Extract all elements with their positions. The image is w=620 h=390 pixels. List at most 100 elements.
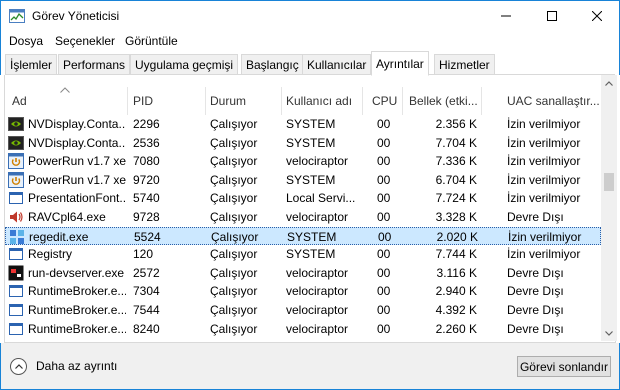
process-pid: 7080 [133,154,160,169]
tab-startup[interactable]: Başlangıç [241,54,304,75]
table-row[interactable]: PresentationFont... 5740 Çalışıyor Local Se… [5,189,601,207]
table-row[interactable]: PowerRun v1.7 xe 9720 Çalışıyor SYSTEM 00 6.7… [5,171,601,189]
menu-view[interactable]: Görüntüle [125,34,178,48]
process-username: SYSTEM [286,172,336,187]
column-header-uac[interactable]: UAC sanallaştır... [507,94,600,108]
end-task-button[interactable]: Görevi sonlandır [517,356,611,377]
process-memory: 7.704 K [435,135,477,150]
process-status: Çalışıyor [210,321,258,336]
process-username: SYSTEM [286,117,336,131]
process-status: Çalışıyor [210,284,258,299]
process-uac: İzin verilmiyor [507,191,581,206]
process-name: RuntimeBroker.e... [28,284,126,299]
menu-file[interactable]: Dosya [9,34,43,48]
close-icon [592,11,602,21]
process-name: NVDisplay.Conta... [28,117,126,131]
app-window-icon [8,283,24,299]
tab-performance[interactable]: Performans [58,54,131,75]
process-name: PresentationFont... [28,191,126,206]
minimize-button[interactable] [483,1,529,31]
process-cpu: 00 [377,284,391,299]
process-cpu: 00 [377,172,391,187]
tab-users[interactable]: Kullanıcılar [302,54,372,75]
process-name: run-devserver.exe [28,265,125,280]
column-header-pid[interactable]: PID [133,94,153,108]
process-username: velociraptor [286,265,349,280]
process-username: SYSTEM [286,135,336,150]
tab-app-history[interactable]: Uygulama geçmişi [130,54,239,75]
column-header-username[interactable]: Kullanıcı adı [286,94,352,108]
process-pid: 2296 [133,117,160,131]
column-divider[interactable] [402,87,403,115]
tab-details[interactable]: Ayrıntılar [371,51,429,76]
table-row[interactable]: NVDisplay.Conta... 2536 Çalışıyor SYSTEM 00 7… [5,134,601,152]
process-cpu: 00 [378,229,392,244]
process-uac: İzin verilmiyor [507,154,581,169]
window-title: Görev Yöneticisi [32,9,120,23]
column-header-status[interactable]: Durum [210,94,246,108]
tab-processes[interactable]: İşlemler [5,54,58,75]
column-divider[interactable] [127,87,128,115]
process-cpu: 00 [377,135,391,150]
process-memory: 6.704 K [435,172,477,187]
process-status: Çalışıyor [210,210,258,224]
process-pid: 9720 [133,172,160,187]
process-uac: Devre Dışı [507,284,564,299]
table-row[interactable]: RuntimeBroker.e... 8240 Çalışıyor velocirap… [5,320,601,338]
nvidia-icon [8,116,24,132]
process-uac: Devre Dışı [507,265,564,280]
table-row[interactable]: RuntimeBroker.e... 7544 Çalışıyor velocirap… [5,301,601,319]
process-username: velociraptor [286,303,349,317]
process-memory: 2.260 K [435,321,477,336]
process-memory: 2.356 K [435,117,477,131]
process-name: PowerRun v1.7 xe [28,172,126,187]
process-memory: 7.744 K [435,247,477,262]
scroll-down-button[interactable] [601,325,617,341]
process-memory: 4.392 K [435,303,477,317]
close-button[interactable] [574,1,620,31]
process-username: SYSTEM [287,229,337,244]
column-header-cpu[interactable]: CPU [372,94,397,108]
column-divider[interactable] [362,87,363,115]
process-name: NVDisplay.Conta... [28,135,126,150]
process-uac: İzin verilmiyor [508,229,582,244]
process-status: Çalışıyor [210,154,258,169]
process-list: NVDisplay.Conta... 2296 Çalışıyor SYSTEM 00 2… [5,115,601,341]
process-cpu: 00 [377,210,391,224]
column-header-name[interactable]: Ad [12,94,27,108]
fewer-details-button[interactable]: Daha az ayrıntı [10,356,117,376]
column-divider[interactable] [481,87,482,115]
process-name: regedit.exe [29,229,89,244]
process-name: RuntimeBroker.e... [28,303,126,317]
table-row[interactable]: PowerRun v1.7 xe 7080 Çalışıyor velocirapto… [5,152,601,170]
fewer-details-label: Daha az ayrıntı [36,359,118,373]
tab-services[interactable]: Hizmetler [434,54,495,75]
vertical-scrollbar[interactable] [601,75,617,341]
column-divider[interactable] [281,87,282,115]
minimize-icon [501,15,511,17]
table-row[interactable]: NVDisplay.Conta... 2296 Çalışıyor SYSTEM 00 2… [5,115,601,133]
scroll-up-button[interactable] [601,75,617,91]
process-status: Çalışıyor [210,247,258,262]
process-uac: İzin verilmiyor [507,135,581,150]
process-uac: İzin verilmiyor [507,172,581,187]
table-row[interactable]: run-devserver.exe 2572 Çalışıyor velocirapt… [5,264,601,282]
table-row[interactable]: RuntimeBroker.e... 7304 Çalışıyor velocirap… [5,282,601,300]
process-uac: Devre Dışı [507,321,564,336]
process-status: Çalışıyor [210,265,258,280]
column-header-memory[interactable]: Bellek (etki... [409,94,478,108]
maximize-button[interactable] [529,1,575,31]
process-username: Local Servi... [286,191,356,206]
table-row[interactable]: Registry 120 Çalışıyor SYSTEM 00 7.744 K İzin … [5,245,601,263]
process-pid: 9728 [133,210,160,224]
table-row-selected[interactable]: regedit.exe 5524 Çalışıyor SYSTEM 00 2.020 K İ… [5,226,601,245]
column-divider[interactable] [205,87,206,115]
app-window-icon [8,302,24,318]
process-uac: İzin verilmiyor [507,247,581,262]
scroll-thumb[interactable] [604,173,614,191]
menu-options[interactable]: Seçenekler [55,34,115,48]
process-status: Çalışıyor [210,172,258,187]
process-pid: 7304 [133,284,160,299]
table-row[interactable]: RAVCpl64.exe 9728 Çalışıyor velociraptor 00 3… [5,208,601,226]
process-name: Registry [28,247,73,262]
